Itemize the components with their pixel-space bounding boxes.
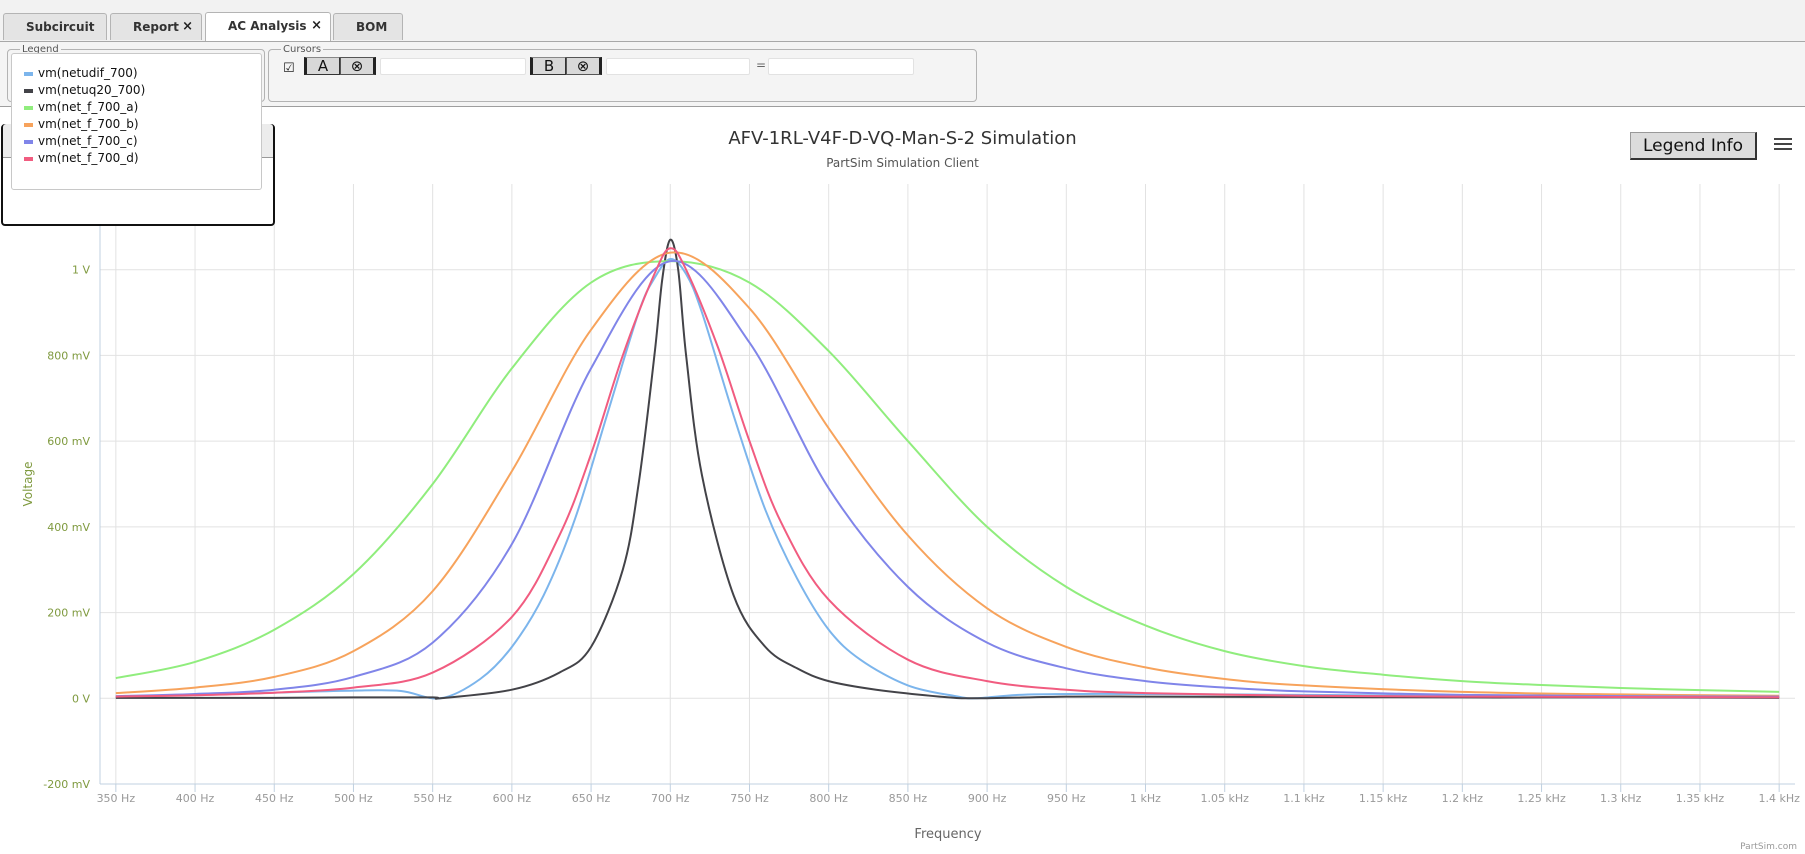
- x-tick-label: 550 Hz: [413, 792, 452, 805]
- x-tick-label: 700 Hz: [651, 792, 690, 805]
- x-tick-label: 1.3 kHz: [1600, 792, 1642, 805]
- legend-item[interactable]: vm(netudif_700): [24, 66, 138, 80]
- x-tick-label: 1.05 kHz: [1201, 792, 1250, 805]
- legend-swatch: [24, 122, 33, 127]
- legend-panel: vm(netudif_700) vm(netuq20_700) vm(net_f_7…: [11, 53, 262, 190]
- tick-labels: 350 Hz 400 Hz 450 Hz 500 Hz 550 Hz 600 Hz 650 …: [43, 264, 1800, 805]
- x-axis-label: Frequency: [914, 827, 981, 842]
- x-tick-label: 1.4 kHz: [1758, 792, 1800, 805]
- x-tick-label: 1.1 kHz: [1283, 792, 1325, 805]
- x-tick-label: 400 Hz: [176, 792, 215, 805]
- legend-swatch: [24, 156, 33, 161]
- y-tick-label: 200 mV: [47, 607, 90, 620]
- series-line-vm-netudif-700-: [115, 257, 1780, 700]
- legend-item-label: vm(netuq20_700): [38, 83, 146, 97]
- legend-swatch: [24, 139, 33, 144]
- y-tick-label: 1 V: [72, 264, 90, 277]
- series-line-vm-net-f-700-d-: [115, 247, 1780, 699]
- x-tick-label: 1.35 kHz: [1676, 792, 1725, 805]
- series-lines: [115, 238, 1780, 700]
- series-line-vm-net-f-700-c-: [115, 260, 1780, 698]
- x-tick-label: 1.2 kHz: [1442, 792, 1484, 805]
- x-tick-label: 1.25 kHz: [1517, 792, 1566, 805]
- x-tick-label: 650 Hz: [572, 792, 611, 805]
- legend-item[interactable]: vm(netuq20_700): [24, 83, 145, 97]
- legend-swatch: [24, 88, 33, 93]
- legend-item-label: vm(net_f_700_d): [38, 151, 139, 165]
- x-tick-label: 450 Hz: [255, 792, 294, 805]
- legend-info-button[interactable]: Legend Info: [1630, 132, 1757, 160]
- y-axis-label: Voltage: [21, 461, 35, 506]
- x-tick-label: 600 Hz: [493, 792, 532, 805]
- legend-item[interactable]: vm(net_f_700_a): [24, 100, 138, 114]
- legend-item[interactable]: vm(net_f_700_c): [24, 134, 138, 148]
- credits-link[interactable]: PartSim.com: [1740, 842, 1797, 852]
- legend-item-label: vm(net_f_700_a): [38, 100, 139, 114]
- x-tick-label: 800 Hz: [809, 792, 848, 805]
- legend-swatch: [24, 71, 33, 76]
- x-tick-label: 900 Hz: [968, 792, 1007, 805]
- series-line-vm-net-f-700-a-: [115, 260, 1780, 693]
- x-tick-label: 750 Hz: [730, 792, 769, 805]
- legend-item-label: vm(netudif_700): [38, 66, 138, 80]
- legend-item-label: vm(net_f_700_c): [38, 134, 138, 148]
- series-line-vm-netuq20-700-: [115, 238, 1780, 700]
- y-tick-label: 0 V: [72, 692, 90, 705]
- y-tick-label: -200 mV: [43, 778, 90, 791]
- x-tick-label: 1 kHz: [1130, 792, 1161, 805]
- hamburger-menu-icon[interactable]: [1774, 136, 1792, 152]
- x-tick-label: 950 Hz: [1047, 792, 1086, 805]
- x-tick-label: 350 Hz: [97, 792, 136, 805]
- legend-item[interactable]: vm(net_f_700_d): [24, 151, 139, 165]
- legend-swatch: [24, 105, 33, 110]
- y-tick-label: 800 mV: [47, 349, 90, 362]
- y-tick-label: 600 mV: [47, 435, 90, 448]
- x-tick-label: 500 Hz: [334, 792, 373, 805]
- legend-item[interactable]: vm(net_f_700_b): [24, 117, 139, 131]
- series-line-vm-net-f-700-b-: [115, 251, 1780, 697]
- legend-item-label: vm(net_f_700_b): [38, 117, 139, 131]
- y-tick-label: 400 mV: [47, 521, 90, 534]
- grid-lines: [100, 184, 1795, 792]
- x-tick-label: 850 Hz: [889, 792, 928, 805]
- x-tick-label: 1.15 kHz: [1359, 792, 1408, 805]
